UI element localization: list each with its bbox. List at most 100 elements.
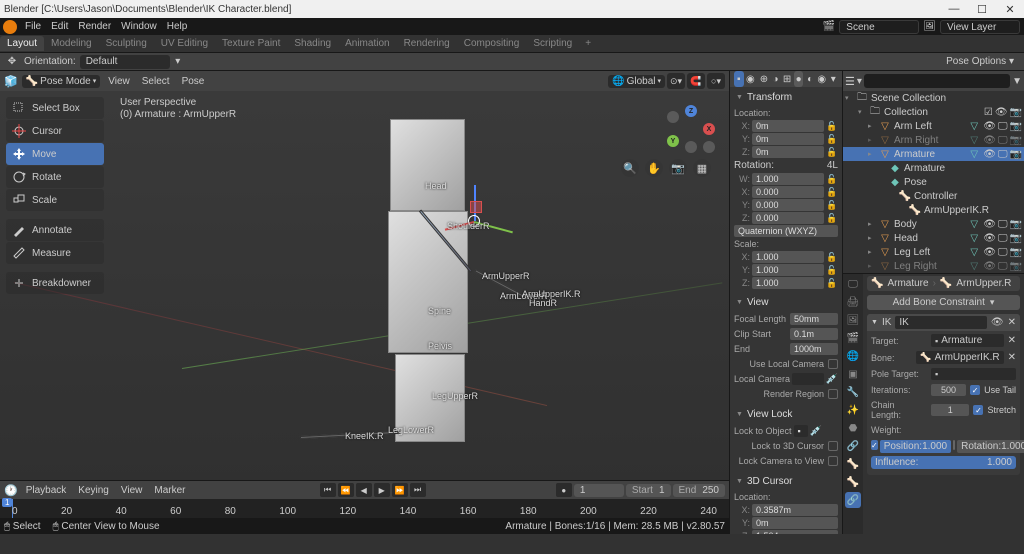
props-tab-object[interactable]: ▣ — [845, 366, 861, 382]
tree-item-armature[interactable]: ▸▽Armature▽👁🖵📷 — [843, 147, 1024, 161]
lock-object-field[interactable]: ▪ — [794, 425, 808, 437]
tab-sculpting[interactable]: Sculpting — [99, 36, 154, 51]
frame-start[interactable]: Start1 — [626, 484, 671, 497]
timeline-marker[interactable]: Marker — [150, 485, 189, 496]
use-tail-checkbox[interactable]: ✓ — [970, 385, 980, 395]
tool-rotate[interactable]: Rotate — [6, 166, 104, 188]
camera-icon[interactable]: 📷 — [669, 159, 687, 177]
tab-modeling[interactable]: Modeling — [44, 36, 99, 51]
props-tab-object-constraint[interactable]: 🔗 — [845, 438, 861, 454]
collapse-icon[interactable]: ▼ — [871, 319, 878, 326]
outliner-editor-icon[interactable]: ☰ — [845, 75, 855, 88]
rot-y-field[interactable]: 0.000 — [752, 199, 824, 211]
props-tab-bone[interactable]: 🦴 — [845, 474, 861, 490]
restrict-viewport-icon[interactable]: 🖵 — [998, 121, 1008, 132]
loc-x-field[interactable]: 0m — [752, 120, 824, 132]
tab-rendering[interactable]: Rendering — [397, 36, 457, 51]
vp-menu-pose[interactable]: Pose — [178, 76, 209, 87]
nav-x-axis[interactable]: X — [703, 123, 715, 135]
outliner-filter[interactable]: ▼ — [1012, 76, 1022, 87]
tree-item-armature[interactable]: ◆Armature — [843, 161, 1024, 175]
menu-help[interactable]: Help — [162, 21, 193, 32]
lock-icon[interactable]: 🔓 — [826, 121, 838, 132]
tree-item-pose[interactable]: ◆Pose — [843, 175, 1024, 189]
npanel-gizmo[interactable]: ⊕ — [759, 71, 769, 87]
rotation-checkbox[interactable] — [953, 440, 955, 450]
restrict-render-icon[interactable]: 📷 — [1010, 121, 1022, 132]
gizmo-icon[interactable]: ✥ — [4, 54, 20, 70]
restrict-viewport-icon[interactable]: 🖵 — [998, 219, 1008, 230]
tree-collection[interactable]: ▾🗀Collection☑👁📷 — [843, 105, 1024, 119]
ik-iterations-field[interactable]: 500 — [931, 384, 966, 396]
tree-item-leg-right[interactable]: ▸▽Leg Right▽👁🖵📷 — [843, 259, 1024, 273]
scale-x-field[interactable]: 1.000 — [752, 251, 824, 263]
eyedropper-icon[interactable]: 💉 — [810, 426, 822, 437]
proportional-toggle[interactable]: ○▾ — [707, 73, 725, 89]
npanel-select-visible[interactable]: ▪ — [734, 71, 744, 87]
timeline-playback[interactable]: Playback — [22, 485, 71, 496]
restrict-viewport-icon[interactable]: 🖵 — [998, 261, 1008, 272]
outliner-display-mode[interactable]: ▾ — [857, 76, 862, 87]
add-constraint-dropdown[interactable]: Add Bone Constraint ▾ — [867, 295, 1020, 310]
perspective-icon[interactable]: ▦ — [693, 159, 711, 177]
scale-y-field[interactable]: 1.000 — [752, 264, 824, 276]
clear-icon[interactable]: ✕ — [1008, 352, 1016, 363]
props-tab-modifiers[interactable]: 🔧 — [845, 384, 861, 400]
vp-menu-view[interactable]: View — [104, 76, 134, 87]
restrict-viewport-icon[interactable]: 🖵 — [998, 247, 1008, 258]
rot-w-field[interactable]: 1.000 — [752, 173, 824, 185]
eye-icon[interactable]: 👁 — [983, 247, 996, 258]
tree-item-controller[interactable]: 🦴Controller — [843, 189, 1024, 203]
render-region-checkbox[interactable] — [828, 389, 838, 399]
eye-icon[interactable]: 👁 — [983, 219, 996, 230]
position-weight-field[interactable]: Position:1.000 — [880, 440, 951, 453]
eye-icon[interactable]: 👁 — [983, 149, 996, 160]
eye-icon[interactable]: 👁 — [983, 135, 996, 146]
props-tab-viewlayer[interactable]: 🖼 — [845, 312, 861, 328]
tool-scale[interactable]: Scale — [6, 189, 104, 211]
stretch-checkbox[interactable]: ✓ — [973, 405, 983, 415]
maximize-button[interactable]: ☐ — [972, 2, 992, 16]
influence-slider[interactable]: Influence:1.000 — [871, 456, 1016, 469]
tree-item-body[interactable]: ▸▽Body▽👁🖵📷 — [843, 217, 1024, 231]
props-tab-particles[interactable]: ✨ — [845, 402, 861, 418]
tool-annotate[interactable]: Annotate — [6, 219, 104, 241]
tree-item-armupperik-r[interactable]: 🦴ArmUpperIK.R — [843, 203, 1024, 217]
tab-uvediting[interactable]: UV Editing — [154, 36, 215, 51]
orientation-select[interactable]: Default — [80, 55, 170, 69]
scene-input[interactable]: Scene — [839, 20, 919, 34]
constraint-eye-icon[interactable]: 👁 — [991, 317, 1004, 328]
restrict-viewport-icon[interactable]: 🖵 — [998, 149, 1008, 160]
props-tab-world[interactable]: 🌐 — [845, 348, 861, 364]
tool-cursor[interactable]: Cursor — [6, 120, 104, 142]
props-tab-output[interactable]: 🖨 — [845, 294, 861, 310]
npanel-overlay[interactable]: ◑ — [771, 71, 781, 87]
editor-type-icon[interactable]: 🧊 — [4, 75, 18, 88]
bone-breadcrumb[interactable]: 🦴Armature › 🦴ArmUpper.R — [867, 276, 1020, 291]
restrict-toggle[interactable]: ☑ — [984, 107, 993, 118]
constraint-delete-icon[interactable]: ✕ — [1008, 317, 1016, 328]
props-tab-render[interactable]: 🖵 — [845, 276, 861, 292]
rotation-mode[interactable]: Quaternion (WXYZ) — [734, 225, 838, 237]
keyframe-next-button[interactable]: ⏩ — [392, 483, 408, 497]
tab-scripting[interactable]: Scripting — [526, 36, 579, 51]
tool-move[interactable]: Move — [6, 143, 104, 165]
nav-gizmo[interactable]: X Y Z — [667, 105, 715, 153]
menu-window[interactable]: Window — [116, 21, 162, 32]
viewlayer-input[interactable]: View Layer — [940, 20, 1020, 34]
eye-icon[interactable]: 👁 — [983, 261, 996, 272]
menu-render[interactable]: Render — [73, 21, 116, 32]
restrict-render-icon[interactable]: 📷 — [1010, 247, 1022, 258]
props-tab-armature[interactable]: 🦴 — [845, 456, 861, 472]
shading-solid[interactable]: ● — [794, 71, 804, 87]
tool-measure[interactable]: Measure — [6, 242, 104, 264]
menu-edit[interactable]: Edit — [46, 21, 73, 32]
close-button[interactable]: ✕ — [1000, 2, 1020, 16]
constraint-name-field[interactable]: IK — [895, 316, 987, 329]
view-panel-title[interactable]: View — [734, 294, 838, 311]
frame-end[interactable]: End250 — [673, 484, 725, 497]
eye-icon[interactable]: 👁 — [983, 233, 996, 244]
tab-animation[interactable]: Animation — [338, 36, 396, 51]
ik-bone-field[interactable]: 🦴 ArmUpperIK.R — [916, 351, 1003, 364]
minimize-button[interactable]: — — [944, 2, 964, 16]
